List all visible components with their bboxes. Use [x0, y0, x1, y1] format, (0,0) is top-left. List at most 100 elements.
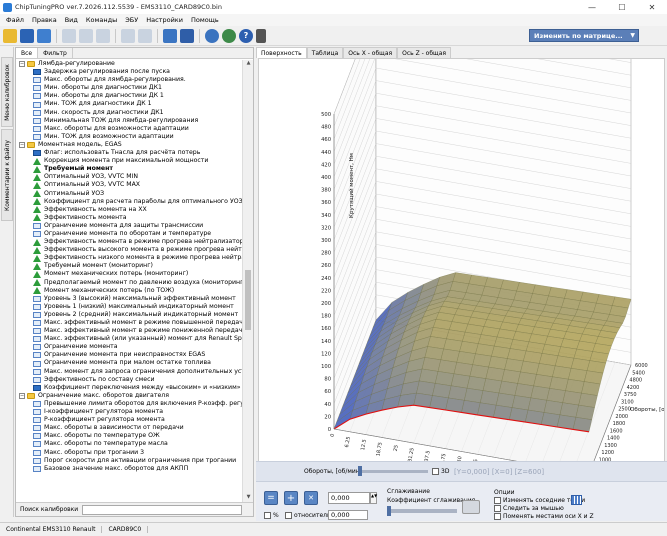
tree-item[interactable]: Уровень 3 (высокий) максимальный эффекти… [16, 295, 243, 303]
tab-file-comments[interactable]: Комментарии к файлу [1, 129, 13, 221]
tree-scrollbar[interactable]: ▲ ▼ [242, 60, 253, 503]
tree-item[interactable]: Макс. эффективный момент в режиме пониже… [16, 327, 243, 335]
tree-item[interactable]: Требуемый момент (мониторинг) [16, 262, 243, 270]
search-input[interactable] [82, 504, 243, 515]
surface-plot[interactable]: 0 20 40 60 80 100 120 140 160 180 200 220 240 260 280 3… [259, 59, 664, 505]
tree-item[interactable]: Ограничение момента при малом остатке то… [16, 359, 243, 367]
tree-item[interactable]: Порог скорости для активации ограничения… [16, 457, 243, 465]
rpm-slider-handle[interactable] [358, 466, 362, 476]
smooth-apply-button[interactable] [462, 500, 480, 514]
tab-table[interactable]: Таблица [306, 47, 344, 58]
menu-view[interactable]: Вид [61, 16, 82, 24]
multiply-button[interactable]: ✕ [304, 491, 318, 505]
tree-item[interactable]: Задержка регулирования после пуска [16, 68, 243, 76]
opt-swap-axes-checkbox[interactable] [494, 513, 501, 520]
search-icon[interactable] [205, 28, 219, 43]
tree-item[interactable]: Мин. обороты для диагностики ДК 1 [16, 92, 243, 100]
tree-item[interactable]: Уровень 1 (низкий) максимальный индикато… [16, 303, 243, 311]
tree-item[interactable]: Коррекция момента при максимальной мощно… [16, 157, 243, 165]
tree-item[interactable]: Минимальная ТОЖ для лямбда-регулирования [16, 117, 243, 125]
smoothing-slider-handle[interactable] [387, 506, 391, 516]
tree-item[interactable]: Превышение лимита оборотов для включения… [16, 400, 243, 408]
tree-item[interactable]: Ограничение момента для защиты трансмисс… [16, 222, 243, 230]
tree-item[interactable]: Эффективность момента в режиме прогрева … [16, 238, 243, 246]
surface-chart[interactable]: Требуемый момент 02040608010012014016018… [258, 58, 665, 506]
tree-item[interactable]: I-коэффициент регулятора момента [16, 408, 243, 416]
opt-follow-mouse-checkbox[interactable] [494, 505, 501, 512]
relative-checkbox[interactable] [285, 512, 292, 519]
tree-item[interactable]: Ограничение момента [16, 343, 243, 351]
smoothing-slider-track[interactable] [387, 509, 457, 513]
tree-folder[interactable]: − Ограничение макс. оборотов двигателя [16, 392, 243, 400]
plus-button[interactable]: + [284, 491, 298, 505]
undo-icon[interactable] [121, 28, 135, 43]
tree-item[interactable]: Базовое значение макс. оборотов для АКПП [16, 465, 243, 473]
tree-item[interactable]: Флаг: использовать Тнасла для расчёта по… [16, 149, 243, 157]
tree-folder[interactable]: − Лямбда-регулирование [16, 60, 243, 68]
check-3d[interactable] [432, 468, 439, 475]
save-as-icon[interactable] [37, 28, 51, 43]
tree-item[interactable]: Мин. ТОЖ для диагностики ДК 1 [16, 100, 243, 108]
diamond-icon[interactable] [180, 28, 194, 43]
value-input[interactable]: 0,000 [328, 492, 370, 504]
tree-item[interactable]: Макс. эффективный (или указанный) момент… [16, 335, 243, 343]
menu-file[interactable]: Файл [2, 16, 28, 24]
menu-edit[interactable]: Правка [28, 16, 61, 24]
collapse-icon[interactable]: − [19, 141, 25, 148]
rpm-slider-track[interactable] [358, 470, 428, 473]
grid-icon[interactable] [571, 495, 582, 505]
tree-item[interactable]: P-коэффициент регулятора момента [16, 416, 243, 424]
tree-item[interactable]: Макс. эффективный момент в режиме повыше… [16, 319, 243, 327]
tab-axis-z[interactable]: Ось Z - общая [397, 47, 451, 58]
tree-item[interactable]: Предполагаемый момент по давлению воздух… [16, 279, 243, 287]
navigate-icon[interactable] [163, 28, 177, 43]
tab-calibration-menu[interactable]: Меню калибровок [1, 57, 13, 127]
tree-item[interactable]: Оптимальный УОЗ [16, 190, 243, 198]
copy-icon[interactable] [79, 28, 93, 43]
dropdown-arrow-icon[interactable] [256, 28, 266, 43]
collapse-icon[interactable]: − [19, 392, 25, 399]
save-icon[interactable] [20, 28, 34, 43]
change-by-matrix-button[interactable]: Изменить по матрице... ▼ [529, 29, 639, 42]
tree-folder[interactable]: − Моментная модель, EGAS [16, 141, 243, 149]
scrollbar-thumb[interactable] [245, 270, 251, 330]
tab-all[interactable]: Все [16, 48, 39, 58]
percent-checkbox[interactable] [264, 512, 271, 519]
value-spinner[interactable]: ▲▼ [370, 492, 377, 504]
tree-item[interactable]: Коэффициент для расчета параболы для опт… [16, 198, 243, 206]
tree-item[interactable]: Оптимальный УОЗ, VVTC MAX [16, 181, 243, 189]
tree-item[interactable]: Уровень 2 (средний) максимальный индикат… [16, 311, 243, 319]
open-folder-icon[interactable] [3, 28, 17, 43]
globe-icon[interactable] [222, 28, 236, 43]
help-icon[interactable]: ? [239, 28, 253, 43]
opt-neighbors-checkbox[interactable] [494, 497, 501, 504]
tree-item[interactable]: Макс. обороты при трогании 3 [16, 449, 243, 457]
tree-item[interactable]: Момент механических потерь (мониторинг) [16, 270, 243, 278]
tree-item[interactable]: Макс. обороты для возможности адаптации [16, 125, 243, 133]
tree-item[interactable]: Эффективность момента [16, 214, 243, 222]
maximize-button[interactable]: ☐ [607, 0, 637, 14]
equal-button[interactable]: = [264, 491, 278, 505]
tree-item[interactable]: Эффективность по составу смеси [16, 376, 243, 384]
menu-ecu[interactable]: ЭБУ [121, 16, 142, 24]
menu-commands[interactable]: Команды [82, 16, 121, 24]
cut-icon[interactable] [62, 28, 76, 43]
relative-value-input[interactable]: 0,000 [328, 510, 368, 520]
menu-settings[interactable]: Настройки [142, 16, 187, 24]
tree-item[interactable]: Эффективность момента на XX [16, 206, 243, 214]
redo-icon[interactable] [138, 28, 152, 43]
tab-axis-x[interactable]: Ось X - общая [343, 47, 398, 58]
menu-help[interactable]: Помощь [187, 16, 223, 24]
tree-item[interactable]: Момент механических потерь (по ТОЖ) [16, 287, 243, 295]
tree-item[interactable]: Ограничение момента при неисправностях E… [16, 351, 243, 359]
tree-item[interactable]: Коэффициент переключения между «высоким»… [16, 384, 243, 392]
paste-icon[interactable] [96, 28, 110, 43]
minimize-button[interactable]: — [577, 0, 607, 14]
tree-item[interactable]: Мин. ТОЖ для возможности адаптации [16, 133, 243, 141]
tab-filter[interactable]: Фильтр [38, 48, 73, 58]
close-button[interactable]: ✕ [637, 0, 667, 14]
tree-item[interactable]: Макс. момент для запроса ограничения доп… [16, 368, 243, 376]
tree-item[interactable]: Мин. скорость для диагностики ДК1 [16, 109, 243, 117]
collapse-icon[interactable]: − [19, 61, 25, 68]
tree-item[interactable]: Ограничение момента по оборотам и темпер… [16, 230, 243, 238]
